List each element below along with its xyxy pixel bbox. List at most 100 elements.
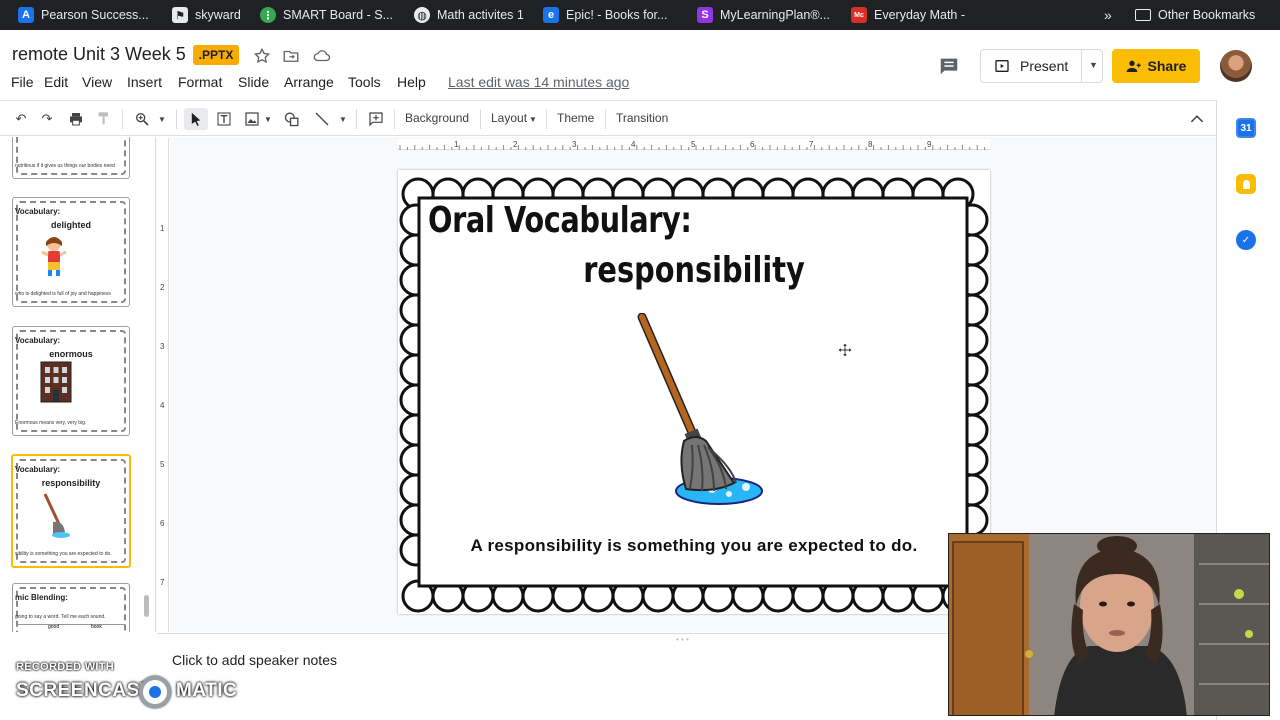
last-edit-link[interactable]: Last edit was 14 minutes ago xyxy=(448,74,629,90)
current-slide[interactable]: Oral Vocabulary: responsibility A respon… xyxy=(398,170,990,614)
ruler-number: 7 xyxy=(160,578,165,587)
menu-view[interactable]: View xyxy=(82,74,112,92)
ruler-number: 4 xyxy=(160,401,165,410)
girl-clipart-icon xyxy=(41,237,67,276)
slide-thumbnail[interactable]: mic Blending: going to say a word. Tell … xyxy=(12,583,130,632)
building-clipart-icon xyxy=(40,361,72,403)
bookmarks-bar: A Pearson Success... ⚑ skyward ⋮ SMART B… xyxy=(0,0,1280,30)
ruler-number: 1 xyxy=(454,140,459,149)
menu-format[interactable]: Format xyxy=(178,74,222,92)
zoom-icon[interactable] xyxy=(132,108,152,130)
cloud-saved-icon xyxy=(313,50,331,62)
slide-thumbnail-selected[interactable]: Vocabulary: responsibility sibility is s… xyxy=(11,454,131,568)
menu-arrange[interactable]: Arrange xyxy=(284,74,334,92)
grid-word: good xyxy=(48,624,60,630)
other-bookmarks[interactable]: Other Bookmarks xyxy=(1135,0,1255,30)
ruler-number: 1 xyxy=(160,224,165,233)
bookmark-math-activities[interactable]: ◍ Math activites 1 xyxy=(414,0,524,30)
bookmark-mylearningplan[interactable]: S MyLearningPlan®... xyxy=(697,0,830,30)
select-tool-icon[interactable] xyxy=(184,108,208,130)
calendar-icon[interactable]: 31 xyxy=(1236,118,1256,138)
line-icon[interactable] xyxy=(312,108,332,130)
layout-button[interactable]: Layout xyxy=(491,111,527,125)
present-label: Present xyxy=(1020,58,1069,74)
menu-edit[interactable]: Edit xyxy=(44,74,68,92)
comment-icon[interactable] xyxy=(938,55,960,77)
collapse-toolbar-icon[interactable] xyxy=(1186,108,1208,130)
menu-help[interactable]: Help xyxy=(397,74,426,92)
text-box-icon[interactable] xyxy=(214,108,234,130)
present-button[interactable]: Present ▼ xyxy=(980,49,1103,83)
menu-tools[interactable]: Tools xyxy=(348,74,381,92)
ruler-number: 6 xyxy=(160,519,165,528)
share-button[interactable]: Share xyxy=(1112,49,1200,83)
slide-definition[interactable]: A responsibility is something you are ex… xyxy=(398,536,990,556)
toolbar-divider xyxy=(356,109,357,129)
slide-filmstrip[interactable]: nutritious if it gives us things our bod… xyxy=(10,137,156,632)
horizontal-ruler[interactable]: 1 2 3 4 5 6 7 8 9 xyxy=(398,139,990,150)
zoom-dropdown-icon[interactable]: ▼ xyxy=(156,108,168,130)
menu-insert[interactable]: Insert xyxy=(127,74,162,92)
image-dropdown-icon[interactable]: ▼ xyxy=(262,108,274,130)
globe-icon: ◍ xyxy=(414,7,430,23)
theme-button[interactable]: Theme xyxy=(557,111,594,125)
doc-header: remote Unit 3 Week 5 .PPTX File Edit Vie… xyxy=(0,30,1280,100)
ruler-number: 3 xyxy=(160,342,165,351)
folder-icon xyxy=(1135,9,1151,21)
add-comment-icon[interactable] xyxy=(366,108,386,130)
shape-icon[interactable] xyxy=(282,108,302,130)
ruler-number: 7 xyxy=(809,140,814,149)
slide-title[interactable]: Oral Vocabulary: xyxy=(428,200,692,241)
background-button[interactable]: Background xyxy=(405,111,469,125)
menu-file[interactable]: File xyxy=(11,74,34,92)
file-type-badge: .PPTX xyxy=(193,45,239,65)
filmstrip-scrollbar[interactable] xyxy=(144,595,149,617)
slide-vocabulary-word[interactable]: responsibility xyxy=(457,250,931,291)
speaker-notes-placeholder[interactable]: Click to add speaker notes xyxy=(172,652,337,668)
present-dropdown-icon[interactable]: ▼ xyxy=(1089,60,1098,70)
line-dropdown-icon[interactable]: ▼ xyxy=(337,108,349,130)
undo-icon[interactable]: ↶ xyxy=(12,108,30,130)
move-folder-icon[interactable] xyxy=(282,47,300,65)
star-icon[interactable] xyxy=(253,47,271,65)
ruler-number: 5 xyxy=(160,460,165,469)
grid-word: book xyxy=(91,624,102,630)
watermark-screencast: SCREENCAST xyxy=(16,680,152,701)
epic-icon: e xyxy=(543,7,559,23)
ruler-number: 9 xyxy=(927,140,932,149)
smart-icon: ⋮ xyxy=(260,7,276,23)
transition-button[interactable]: Transition xyxy=(616,111,668,125)
mop-illustration[interactable] xyxy=(634,313,768,513)
slide-thumbnail[interactable]: Vocabulary: delighted who is delighted i… xyxy=(12,197,130,307)
bookmark-skyward[interactable]: ⚑ skyward xyxy=(172,0,241,30)
layout-dropdown-icon[interactable]: ▼ xyxy=(528,108,538,130)
menu-slide[interactable]: Slide xyxy=(238,74,269,92)
keep-icon[interactable] xyxy=(1236,174,1256,194)
avatar[interactable] xyxy=(1220,50,1252,82)
bookmark-pearson[interactable]: A Pearson Success... xyxy=(18,0,149,30)
print-icon[interactable] xyxy=(66,108,86,130)
slide-thumbnail[interactable]: nutritious if it gives us things our bod… xyxy=(12,137,130,179)
toolbar-divider xyxy=(394,109,395,129)
bookmarks-overflow-button[interactable]: » xyxy=(1104,0,1112,30)
doc-title[interactable]: remote Unit 3 Week 5 xyxy=(12,44,186,65)
notes-resize-handle[interactable]: • • • xyxy=(676,635,689,644)
toolbar-divider xyxy=(480,109,481,129)
toolbar-divider xyxy=(122,109,123,129)
ruler-number: 2 xyxy=(160,283,165,292)
toolbar: ↶ ↷ ▼ ▼ ▼ Background Layout ▼ Theme Tran… xyxy=(0,100,1216,136)
bookmark-epic[interactable]: e Epic! - Books for... xyxy=(543,0,667,30)
slide-thumbnail[interactable]: Vocabulary: enormous Enormous means very… xyxy=(12,326,130,436)
thumbnail-border xyxy=(16,137,126,175)
toolbar-divider xyxy=(605,109,606,129)
ruler-number: 5 xyxy=(691,140,696,149)
bookmark-everyday-math[interactable]: Mc Everyday Math - xyxy=(851,0,965,30)
vertical-ruler[interactable]: 1 2 3 4 5 6 7 xyxy=(158,138,169,632)
share-label: Share xyxy=(1147,58,1187,74)
bookmark-smart-board[interactable]: ⋮ SMART Board - S... xyxy=(260,0,393,30)
paint-format-icon[interactable] xyxy=(95,108,113,130)
redo-icon[interactable]: ↷ xyxy=(38,108,56,130)
tasks-icon[interactable]: ✓ xyxy=(1236,230,1256,250)
image-icon[interactable] xyxy=(242,108,262,130)
move-cursor-icon xyxy=(838,343,852,357)
